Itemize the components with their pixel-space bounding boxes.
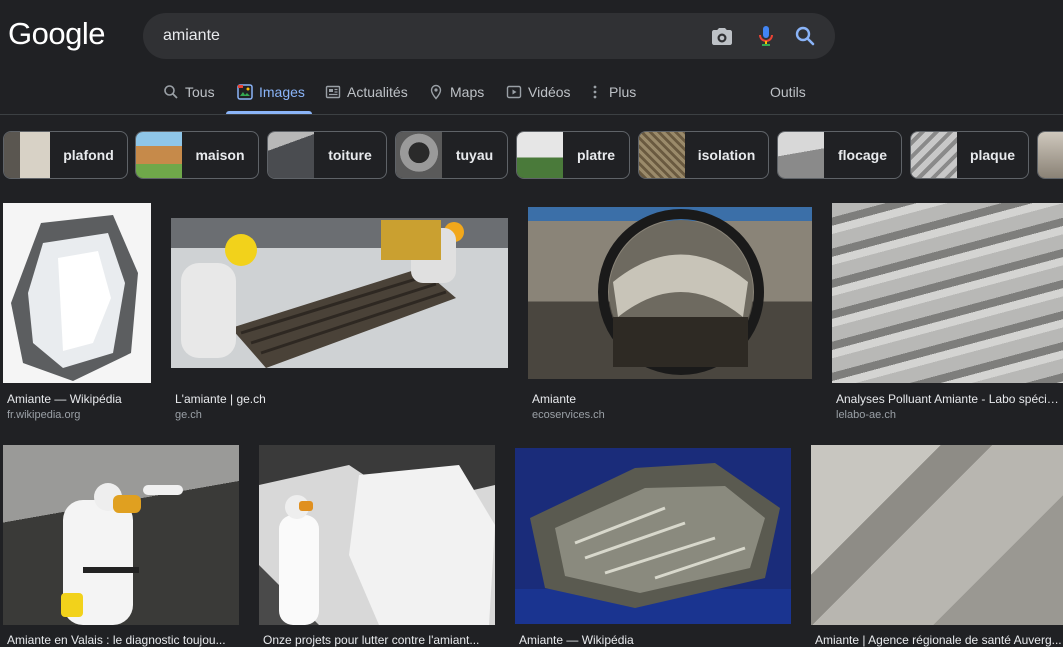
- chip-flocage[interactable]: flocage: [777, 131, 902, 179]
- chip-thumbnail: [911, 132, 957, 178]
- chip-label: isolation: [697, 147, 756, 163]
- image-result[interactable]: Analyses Polluant Amiante - Labo spécial…: [832, 203, 1063, 423]
- chip-isolation[interactable]: isolation: [638, 131, 769, 179]
- chip-more[interactable]: [1037, 131, 1063, 179]
- news-icon: [325, 85, 341, 99]
- image-result[interactable]: Onze projets pour lutter contre l'amiant…: [259, 445, 495, 647]
- more-vert-icon: [593, 85, 597, 99]
- chip-thumbnail: [517, 132, 563, 178]
- tools-button[interactable]: Outils: [770, 81, 806, 103]
- image-icon: [237, 84, 253, 100]
- search-icon[interactable]: [793, 24, 817, 48]
- chip-plafond[interactable]: plafond: [3, 131, 128, 179]
- tab-label: Maps: [450, 84, 485, 100]
- result-title: Amiante — Wikipédia: [519, 633, 634, 647]
- tab-tous[interactable]: Tous: [163, 81, 215, 103]
- result-title: Amiante en Valais : le diagnostic toujou…: [7, 633, 226, 647]
- image-result[interactable]: Amiante | Agence régionale de santé Auve…: [811, 445, 1063, 647]
- camera-icon[interactable]: [710, 24, 734, 48]
- image-result[interactable]: Amiante ecoservices.ch: [528, 207, 812, 423]
- result-thumbnail: [259, 445, 495, 625]
- chip-tuyau[interactable]: tuyau: [395, 131, 508, 179]
- google-logo[interactable]: Google: [8, 16, 105, 52]
- chip-label: tuyau: [455, 147, 494, 163]
- tab-label: Plus: [609, 84, 637, 100]
- tab-plus[interactable]: Plus: [587, 81, 636, 103]
- tab-label: Tous: [185, 84, 215, 100]
- image-result[interactable]: Amiante — Wikipédia: [515, 448, 791, 647]
- tab-images[interactable]: Images: [237, 81, 305, 103]
- result-title: Amiante | Agence régionale de santé Auve…: [815, 633, 1062, 647]
- chip-thumbnail: [4, 132, 50, 178]
- map-pin-icon: [430, 84, 442, 100]
- tab-label: Vidéos: [528, 84, 571, 100]
- chip-label: plaque: [969, 147, 1016, 163]
- chip-label: platre: [576, 147, 616, 163]
- result-source: ge.ch: [175, 409, 202, 421]
- result-thumbnail: [171, 218, 508, 368]
- chip-maison[interactable]: maison: [135, 131, 259, 179]
- header-divider: [0, 114, 1063, 115]
- chip-label: maison: [195, 147, 245, 163]
- search-bar[interactable]: [143, 13, 835, 59]
- result-title: Amiante: [532, 392, 577, 406]
- result-thumbnail: [811, 445, 1063, 625]
- chip-platre[interactable]: platre: [516, 131, 630, 179]
- result-title: Analyses Polluant Amiante - Labo spécial…: [836, 392, 1063, 406]
- tab-label: Images: [259, 84, 305, 100]
- result-title: Amiante — Wikipédia: [7, 392, 122, 406]
- image-result[interactable]: L'amiante | ge.ch ge.ch: [171, 218, 508, 423]
- result-thumbnail: [3, 445, 239, 625]
- chip-thumbnail: [268, 132, 314, 178]
- image-result[interactable]: Amiante — Wikipédia fr.wikipedia.org: [3, 203, 151, 423]
- result-thumbnail: [3, 203, 151, 383]
- image-result[interactable]: Amiante en Valais : le diagnostic toujou…: [3, 445, 239, 647]
- result-source: fr.wikipedia.org: [7, 409, 81, 421]
- tab-maps[interactable]: Maps: [428, 81, 484, 103]
- chip-thumbnail: [1038, 132, 1063, 178]
- result-thumbnail: [832, 203, 1063, 383]
- search-icon: [164, 85, 178, 99]
- tools-label: Outils: [770, 84, 806, 100]
- result-title: L'amiante | ge.ch: [175, 392, 266, 406]
- chip-plaque[interactable]: plaque: [910, 131, 1029, 179]
- result-thumbnail: [528, 207, 812, 379]
- chip-thumbnail: [396, 132, 442, 178]
- tab-label: Actualités: [347, 84, 408, 100]
- chip-thumbnail: [136, 132, 182, 178]
- chip-toiture[interactable]: toiture: [267, 131, 387, 179]
- result-title: Onze projets pour lutter contre l'amiant…: [263, 633, 480, 647]
- chip-label: toiture: [328, 147, 372, 163]
- result-source: lelabo-ae.ch: [836, 409, 896, 421]
- chip-thumbnail: [778, 132, 824, 178]
- chip-label: plafond: [63, 147, 114, 163]
- tab-videos[interactable]: Vidéos: [506, 81, 571, 103]
- microphone-icon[interactable]: [754, 24, 778, 48]
- chip-label: flocage: [837, 147, 887, 163]
- search-input[interactable]: [163, 13, 683, 59]
- tab-actualites[interactable]: Actualités: [325, 81, 408, 103]
- result-source: ecoservices.ch: [532, 409, 605, 421]
- chip-thumbnail: [639, 132, 685, 178]
- result-thumbnail: [515, 448, 791, 624]
- video-icon: [506, 85, 522, 99]
